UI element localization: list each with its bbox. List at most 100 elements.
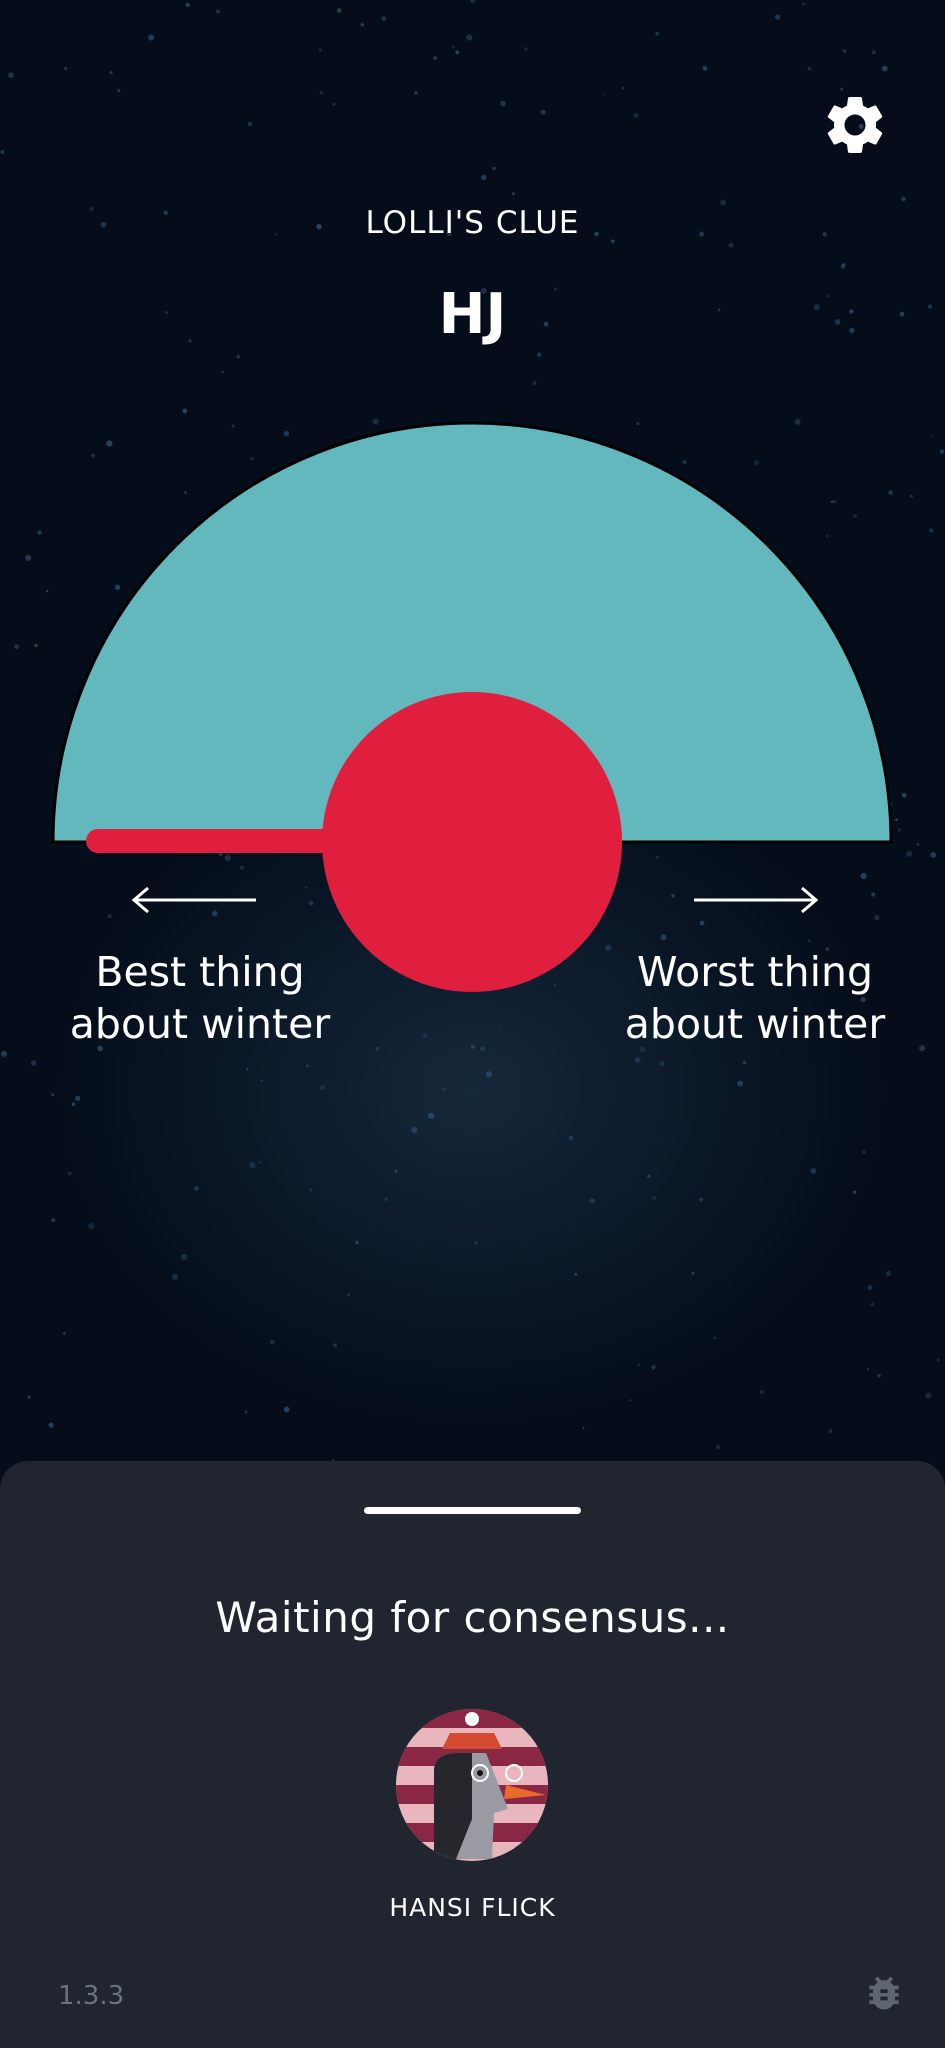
star <box>480 1046 486 1052</box>
star <box>318 48 323 52</box>
star <box>244 1410 248 1414</box>
star <box>451 45 455 49</box>
star <box>512 192 515 196</box>
star <box>172 1274 178 1280</box>
star <box>867 1368 870 1371</box>
star <box>455 50 460 55</box>
star <box>871 50 876 55</box>
star <box>27 1395 31 1399</box>
star <box>411 1126 418 1134</box>
star <box>774 14 781 20</box>
status-text: Waiting for consensus... <box>215 1593 730 1642</box>
star <box>384 1197 388 1201</box>
star <box>930 434 933 437</box>
star <box>381 16 387 21</box>
star <box>249 1162 256 1169</box>
star <box>51 1093 55 1096</box>
player-avatar <box>396 1709 548 1861</box>
star <box>802 2 805 6</box>
star <box>469 0 475 3</box>
star <box>867 1285 873 1291</box>
star <box>260 1079 264 1082</box>
star <box>62 1332 66 1335</box>
star <box>474 1241 478 1245</box>
star <box>937 1358 940 1362</box>
star <box>216 9 220 14</box>
star <box>466 34 473 41</box>
star <box>0 150 5 154</box>
star <box>63 66 68 71</box>
star <box>881 65 888 72</box>
star <box>629 1399 632 1402</box>
star <box>25 554 32 562</box>
dial-knob <box>322 692 622 992</box>
star <box>471 1044 475 1049</box>
star <box>574 1273 578 1276</box>
star <box>194 1185 199 1191</box>
star <box>498 1026 501 1029</box>
left-label-line1: Best thing <box>95 948 305 996</box>
star <box>634 1057 641 1064</box>
star <box>185 2 190 7</box>
star <box>621 86 625 90</box>
star <box>259 1161 262 1164</box>
star <box>939 449 945 454</box>
star <box>842 49 847 53</box>
star <box>691 1271 695 1275</box>
star <box>181 1253 188 1260</box>
gear-icon[interactable] <box>820 90 890 160</box>
star <box>0 1050 8 1057</box>
star <box>247 121 253 127</box>
star <box>702 66 708 71</box>
dial[interactable] <box>40 410 910 1010</box>
star <box>737 1080 744 1087</box>
star <box>71 1102 76 1107</box>
star <box>862 1150 866 1154</box>
star <box>306 1064 309 1067</box>
star <box>852 1190 857 1194</box>
star <box>414 91 418 95</box>
star <box>716 1445 721 1449</box>
star <box>75 1095 81 1101</box>
star <box>355 1240 359 1245</box>
star <box>485 1071 493 1078</box>
star <box>651 1365 656 1370</box>
star <box>109 71 113 75</box>
star <box>901 196 906 202</box>
star <box>807 66 812 71</box>
star <box>655 31 660 36</box>
star <box>870 1302 875 1307</box>
star <box>582 1426 585 1429</box>
star <box>332 102 336 106</box>
star <box>48 1422 54 1428</box>
star <box>360 23 365 27</box>
star <box>919 1045 926 1052</box>
star <box>319 91 323 95</box>
star <box>524 47 528 51</box>
bottom-sheet: Waiting for consensus... HANSI FLICK 1.3… <box>0 1461 945 2048</box>
star <box>14 644 19 650</box>
star <box>877 1373 881 1378</box>
clue-title: LOLLI'S CLUE <box>365 205 580 241</box>
star <box>236 354 240 359</box>
star <box>633 113 639 119</box>
bug-icon[interactable] <box>862 1969 906 2017</box>
star <box>532 381 537 386</box>
star <box>34 643 38 648</box>
star <box>885 1270 892 1276</box>
star <box>246 1068 249 1071</box>
star <box>589 1198 595 1204</box>
star <box>51 1218 55 1222</box>
star <box>910 494 913 498</box>
star <box>742 1060 747 1065</box>
clue-text: HJ <box>438 282 507 347</box>
star <box>492 166 497 171</box>
star <box>810 1167 817 1174</box>
left-label-line2: about winter <box>69 1000 331 1048</box>
star <box>319 1085 325 1091</box>
version-label: 1.3.3 <box>58 1981 125 2011</box>
star <box>347 1293 350 1296</box>
star <box>713 1336 717 1340</box>
sheet-drag-handle[interactable] <box>364 1507 581 1514</box>
star <box>8 72 14 78</box>
